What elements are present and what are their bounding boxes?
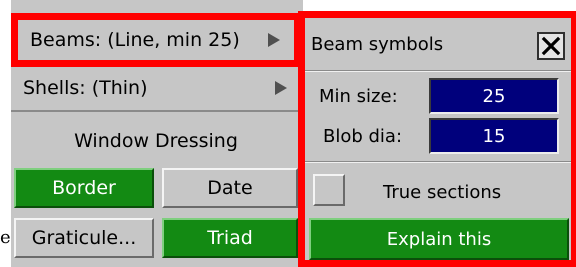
blob-dia-label: Blob dia:: [323, 126, 403, 147]
clipped-text: e: [0, 227, 11, 248]
blob-dia-input[interactable]: 15: [429, 118, 559, 154]
min-size-label: Min size:: [319, 86, 398, 107]
true-sections-checkbox[interactable]: [313, 174, 345, 206]
min-size-input[interactable]: 25: [429, 78, 559, 114]
display-options-panel: Beams: (Line, min 25) Shells: (Thin) Win…: [0, 0, 303, 267]
beam-symbols-panel: Beam symbols Min size: 25 Blob dia: 15 T…: [298, 11, 576, 267]
graticule-button[interactable]: Graticule...: [14, 218, 154, 258]
beams-menu-label: Beams: (Line, min 25): [30, 29, 240, 51]
triangle-right-icon: [268, 33, 280, 47]
separator: [305, 161, 571, 163]
panel-title: Beam symbols: [311, 34, 444, 55]
close-button[interactable]: [537, 32, 565, 60]
separator: [11, 110, 301, 112]
window-dressing-heading: Window Dressing: [74, 130, 238, 152]
beams-menu-button[interactable]: Beams: (Line, min 25): [11, 13, 301, 67]
border-toggle-button[interactable]: Border: [14, 168, 154, 208]
explain-this-button[interactable]: Explain this: [309, 218, 569, 260]
shells-menu-button[interactable]: Shells: (Thin): [11, 68, 301, 108]
close-x-icon: [541, 36, 561, 56]
true-sections-label: True sections: [383, 182, 502, 203]
triad-toggle-button[interactable]: Triad: [162, 218, 298, 258]
triangle-right-icon: [275, 81, 287, 95]
shells-menu-label: Shells: (Thin): [23, 77, 148, 99]
date-toggle-button[interactable]: Date: [162, 168, 298, 208]
separator: [305, 70, 571, 72]
